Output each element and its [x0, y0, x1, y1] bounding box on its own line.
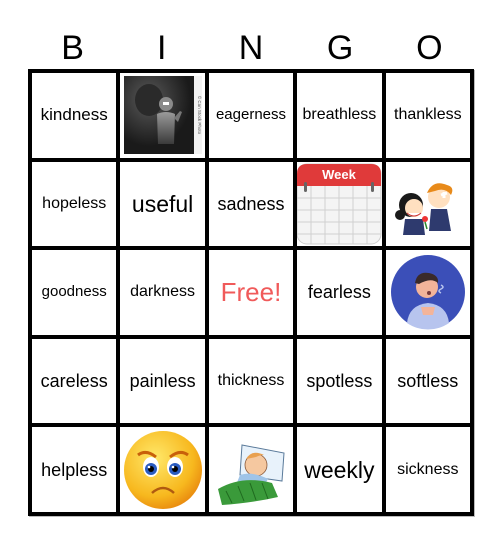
cell-word: weekly: [304, 456, 375, 483]
calendar-label: Week: [323, 167, 357, 182]
cell-word: sickness: [397, 460, 459, 478]
calendar-week-image: Week: [297, 162, 382, 246]
bingo-cell[interactable]: useful: [120, 161, 205, 247]
bingo-cell[interactable]: eagerness: [208, 73, 294, 158]
bingo-cell[interactable]: kindness: [32, 73, 117, 158]
bingo-cell[interactable]: [208, 427, 294, 512]
image-watermark: © Can Stock Photo: [197, 96, 202, 135]
bingo-cell[interactable]: darkness: [120, 250, 205, 335]
bingo-cell[interactable]: spotless: [297, 338, 382, 424]
kids-giving-flower-image: [389, 165, 467, 243]
bingo-cell[interactable]: Week: [297, 161, 382, 247]
sad-face-image: [122, 429, 204, 511]
header-letter-o: O: [416, 29, 443, 67]
cell-word: goodness: [41, 283, 107, 301]
cell-word: sadness: [217, 193, 285, 214]
bingo-cell[interactable]: sickness: [385, 427, 470, 512]
cell-word: careless: [40, 371, 108, 392]
bingo-cell[interactable]: thickness: [208, 338, 294, 424]
header-letter-i: I: [157, 29, 167, 67]
bingo-cell[interactable]: [120, 427, 205, 512]
bingo-cell[interactable]: fearless: [297, 250, 382, 335]
cell-word: softless: [397, 371, 459, 392]
cell-word: useful: [131, 190, 194, 217]
bingo-cell[interactable]: thankless: [385, 73, 470, 158]
cell-word: fearless: [307, 282, 371, 303]
bingo-cell[interactable]: goodness: [32, 250, 117, 335]
header-letter-n: N: [238, 29, 264, 67]
bingo-cell[interactable]: sadness: [208, 161, 294, 247]
bingo-cell[interactable]: hopeless: [32, 161, 117, 247]
cell-word: hopeless: [42, 194, 107, 212]
bingo-cell[interactable]: painless: [120, 338, 205, 424]
bingo-cell[interactable]: helpless: [32, 427, 117, 512]
bingo-header: B I N G O: [28, 28, 474, 70]
cell-word: thickness: [217, 372, 285, 390]
cell-word: helpless: [41, 459, 108, 480]
cell-word: spotless: [306, 371, 373, 392]
cell-word: darkness: [130, 283, 196, 301]
cell-word: kindness: [40, 105, 108, 125]
free-space-label: Free!: [220, 277, 282, 308]
cell-word: thankless: [394, 106, 462, 124]
bingo-cell[interactable]: [385, 161, 470, 247]
bingo-cell[interactable]: breathless: [297, 73, 382, 158]
bingo-cell[interactable]: careless: [32, 338, 117, 424]
cell-word: breathless: [302, 106, 377, 124]
dark-figure-image: © Can Stock Photo: [123, 76, 202, 155]
sick-child-in-bed-image: [212, 431, 290, 509]
breathless-boy-image: [389, 253, 467, 331]
bingo-cell[interactable]: © Can Stock Photo: [120, 73, 205, 158]
cell-word: eagerness: [215, 106, 287, 124]
free-space[interactable]: Free!: [208, 250, 294, 335]
bingo-cell[interactable]: softless: [385, 338, 470, 424]
header-letter-b: B: [61, 29, 84, 67]
bingo-cell[interactable]: [385, 250, 470, 335]
header-letter-g: G: [326, 29, 354, 67]
bingo-board: kindness © Can Stock Photo eagerness bre…: [28, 69, 474, 516]
cell-word: painless: [129, 371, 196, 392]
bingo-cell[interactable]: weekly: [297, 427, 382, 512]
